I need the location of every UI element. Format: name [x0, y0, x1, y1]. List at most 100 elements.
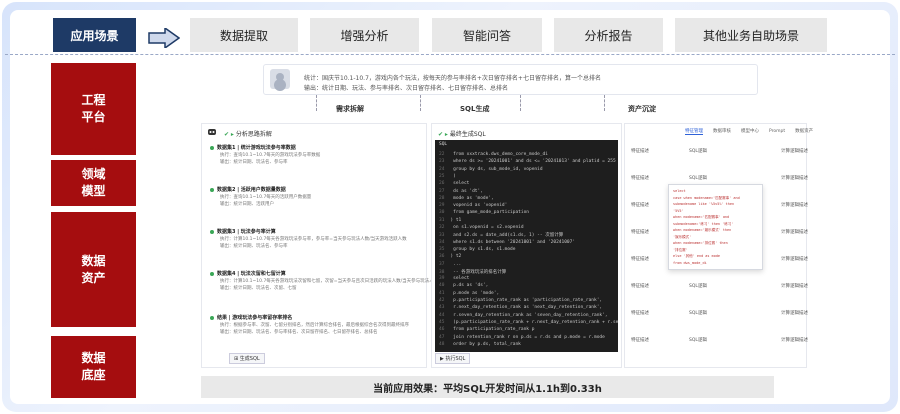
code-line: 47 join retention_rank r on p.ds = r.ds … [439, 334, 605, 340]
step-detail: 输出：统计日期、玩法名、参与率 [220, 160, 288, 165]
asset-cell: 计算逻辑描述 [781, 230, 808, 235]
code-line: 27 ds as 'dt', [439, 188, 483, 194]
asset-cell: 特征描述 [631, 284, 649, 289]
asset-cell: SQL逻辑 [689, 311, 707, 316]
popup-code-line: select [673, 189, 686, 193]
code-line: 45 (p.participation_rate_rank + r.next_d… [439, 319, 618, 325]
step-detail: 执行：查询10.1~10.7每天的活跃用户数据量 [220, 195, 312, 200]
asset-cell: SQL逻辑 [689, 284, 707, 289]
side-data-foundation: 数据 底座 [51, 336, 136, 398]
prompt-line-2: 输出：统计日期、玩法、参与率排名、次日留存排名、七日留存排名、总排名 [304, 85, 509, 92]
asset-row[interactable]: 特征描述 SQL逻辑 计算逻辑描述 [631, 337, 808, 363]
code-line: 37 ... [439, 261, 462, 267]
step-title[interactable]: 数据集3 | 玩法参与率计算 [210, 228, 276, 235]
popup-code-line: '娱乐模式' [673, 234, 692, 239]
code-line: 34 where s1.ds between '20241001' and '2… [439, 239, 576, 245]
asset-cell: 特征描述 [631, 338, 649, 343]
code-line: 38 -- 各游戏玩法的排名计算 [439, 269, 507, 275]
code-line: 30 from game_mode_participation [439, 210, 529, 216]
flow-connector [604, 95, 605, 111]
popup-code-line: submodename like '%5v5%' then [673, 202, 735, 206]
asset-row[interactable]: 特征描述 SQL逻辑 计算逻辑描述 [631, 310, 808, 336]
result-summary: 当前应用效果：平均SQL开发时间从1.1h到0.33h [201, 376, 774, 398]
step-detail: 输出：统计日期、活跃用户 [220, 202, 274, 207]
tab-analysis-report[interactable]: 分析报告 [554, 18, 663, 52]
side-domain-model: 领域 模型 [51, 160, 136, 206]
code-line: 32 on s1.vopenid = s2.vopenid [439, 225, 524, 230]
code-line: 35 group by s1.ds, s1.mode [439, 246, 516, 252]
code-line: 39 select [439, 276, 470, 282]
tab-data-extraction[interactable]: 数据提取 [190, 18, 298, 52]
sql-header: ✔ ▸ 最终生成SQL [438, 131, 486, 138]
asset-row[interactable]: 特征描述 SQL逻辑 计算逻辑描述 [631, 148, 808, 174]
code-line: 29 vopenid as 'vopenid' [439, 203, 508, 209]
asset-cell: SQL逻辑 [689, 338, 707, 343]
step-title[interactable]: 数据集1 | 统计游戏玩法参与率数据 [210, 144, 296, 151]
code-line: 26 select [439, 181, 470, 187]
code-line: 33 and s2.ds = date_add(s1.ds, 1) -- 次留计… [439, 233, 564, 239]
code-line: 22 from xxxtrack.dws_demo_core_mode_di [439, 152, 548, 157]
tab-enhanced-analysis[interactable]: 增强分析 [310, 18, 419, 52]
step-title[interactable]: 数据集2 | 活跃用户数据量数据 [210, 186, 286, 193]
asset-cell: 特征描述 [631, 203, 649, 208]
asset-cell: 计算逻辑描述 [781, 176, 808, 181]
code-line: 48 order by p.ds, total_rank [439, 341, 521, 347]
user-prompt-box: 统计：国庆节10.1-10.7，游戏内各个玩法，按每天的参与率排名+次日留存排名… [263, 64, 758, 95]
asset-cell: 计算逻辑描述 [781, 338, 808, 343]
code-line: 41 p.mode as 'mode', [439, 290, 500, 296]
asset-cell: 计算逻辑描述 [781, 149, 808, 154]
robot-icon [208, 129, 216, 135]
tab-prompt[interactable]: Prompt [769, 129, 785, 134]
asset-cell: 计算逻辑描述 [781, 284, 808, 289]
step-detail: 执行：计算10.1~10.7每天各游戏玩法次留和七留，次留=当天参与且次日活跃的… [220, 279, 439, 284]
popup-code-line: case when modename='匹配赛事' and [673, 195, 740, 200]
popup-code-line: when modename='娱乐模式' then [673, 228, 732, 232]
tab-feature[interactable]: 特征管理 [685, 129, 703, 135]
code-line: 46 from participation_rate_rank p [439, 327, 535, 333]
divider-line [5, 54, 895, 55]
code-line: 40 p.ds as 'ds', [439, 283, 489, 289]
popup-code-line: when modename='排位赛' then [673, 241, 728, 245]
step-detail: 执行：计算10.1~10.7每天各游戏玩法参与率，参与率=当天参与玩法人数/当天… [220, 237, 407, 242]
sql-code-editor[interactable]: SQL 22 from xxxtrack.dws_demo_core_mode_… [435, 140, 618, 352]
popup-code-line: when modename='匹配赛事' and [673, 215, 730, 219]
flow-connector [316, 95, 317, 111]
popup-code-line: '5V5' [673, 208, 684, 213]
step-title[interactable]: 结果 | 游戏玩法参与率留存率排名 [210, 314, 292, 321]
run-sql-button[interactable]: ▶ 执行SQL [435, 353, 471, 364]
tab-assets[interactable]: 数据资产 [795, 129, 813, 134]
step-detail: 执行：查询10.1~10.7每天的游戏玩法参与率数据 [220, 153, 321, 158]
code-line: 24 group by ds, sub_mode_id, vopenid [439, 166, 543, 172]
asset-cell: 特征描述 [631, 230, 649, 235]
step-detail: 输出：统计日期、玩法名、参与率 [220, 244, 288, 249]
analysis-panel: ✔ ▸ 分析思路拆解 数据集1 | 统计游戏玩法参与率数据 执行：查询10.1~… [201, 123, 438, 368]
tab-self-service[interactable]: 其他业务自助场景 [675, 18, 827, 52]
code-line: 28 mode as 'mode', [439, 195, 494, 201]
asset-cell: 特征描述 [631, 311, 649, 316]
code-label: SQL [439, 142, 448, 147]
step-title[interactable]: 数据集4 | 玩法次留和七留计算 [210, 270, 286, 277]
avatar [270, 69, 290, 89]
tab-smart-qa[interactable]: 智能问答 [432, 18, 542, 52]
asset-cell: 计算逻辑描述 [781, 257, 808, 262]
asset-row[interactable]: 特征描述 SQL逻辑 计算逻辑描述 [631, 283, 808, 309]
prompt-line-1: 统计：国庆节10.1-10.7，游戏内各个玩法，按每天的参与率排名+次日留存排名… [304, 75, 601, 82]
step-detail: 输出：统计日期、玩法名、参与率排名、次日留存排名、七日留存排名、总排名 [220, 330, 378, 335]
asset-cell: SQL逻辑 [689, 149, 707, 154]
asset-cell: 计算逻辑描述 [781, 203, 808, 208]
flow-label-sql: SQL生成 [460, 105, 490, 113]
step-detail: 输出：统计日期、玩法名、次留、七留 [220, 286, 297, 291]
code-line: 36) t2 [439, 254, 462, 260]
asset-cell: 计算逻辑描述 [781, 311, 808, 316]
tab-review[interactable]: 数据审核 [713, 129, 731, 134]
flow-connector [520, 95, 521, 111]
generate-sql-button[interactable]: ⊞ 生成SQL [229, 353, 265, 364]
scene-label: 应用场景 [53, 18, 136, 52]
code-line: 25 ) [439, 173, 456, 179]
asset-cell: SQL逻辑 [689, 176, 707, 181]
popup-code-line: submodename='练习' then '练习' [673, 221, 734, 226]
tab-model[interactable]: 模型中心 [741, 129, 759, 134]
side-engineering-platform: 工程 平台 [51, 63, 136, 155]
side-data-assets: 数据 资产 [51, 212, 136, 327]
asset-cell: 特征描述 [631, 176, 649, 181]
